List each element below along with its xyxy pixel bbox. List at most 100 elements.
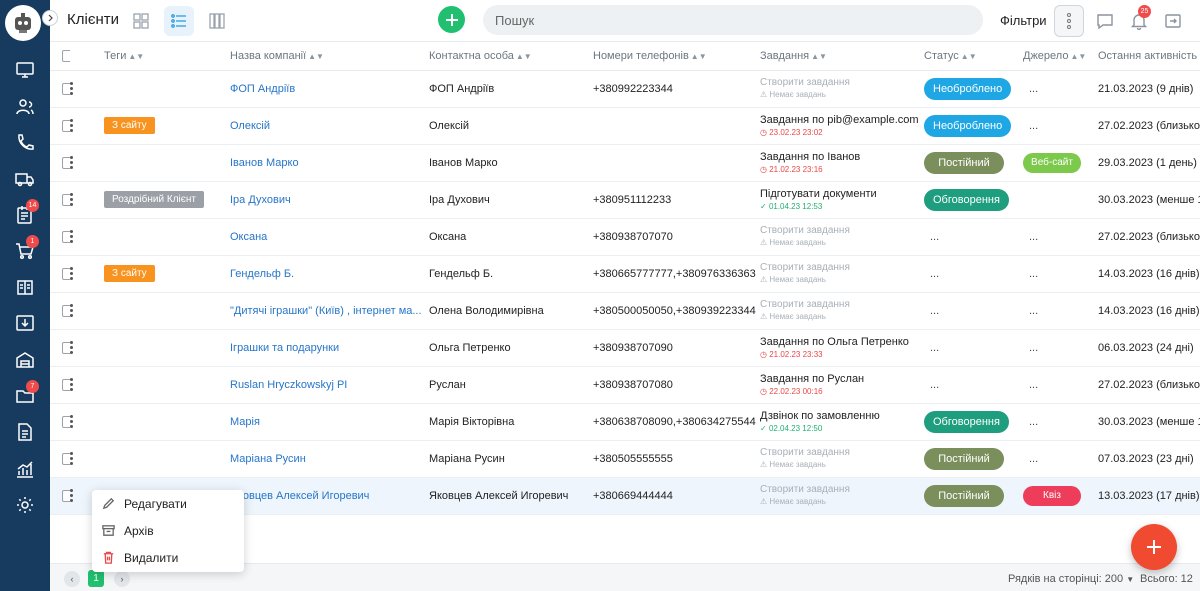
company-link[interactable]: Яковцев Алексей Игоревич xyxy=(230,490,369,502)
prev-page-button[interactable]: ‹ xyxy=(64,571,80,587)
sidebar-item-cart[interactable]: 1 xyxy=(12,235,39,264)
table-row[interactable]: Роздрібний Клієнт Іра Духович Іра Духович +… xyxy=(50,181,1200,219)
company-link[interactable]: Іграшки та подарунки xyxy=(230,342,339,354)
sidebar-item-warehouse[interactable] xyxy=(12,347,38,373)
current-page[interactable]: 1 xyxy=(88,570,104,587)
source-empty[interactable] xyxy=(1023,194,1029,206)
table-row[interactable]: ФОП Андріїв ФОП Андріїв +380992223344 Створ… xyxy=(50,70,1200,108)
filters-button[interactable] xyxy=(1054,5,1084,37)
table-row[interactable]: Оксана Оксана +380938707070 Створити завдан… xyxy=(50,218,1200,256)
status-empty[interactable]: ... xyxy=(924,342,939,354)
company-link[interactable]: Іра Духович xyxy=(230,194,291,206)
source-badge[interactable]: Веб-сайт xyxy=(1023,152,1081,173)
row-menu-icon[interactable] xyxy=(70,119,73,132)
status-empty[interactable]: ... xyxy=(924,231,939,243)
table-row[interactable]: Маріана Русин Маріана Русин +380505555555 С… xyxy=(50,440,1200,478)
source-empty[interactable]: ... xyxy=(1023,268,1038,280)
row-menu-icon[interactable] xyxy=(70,489,73,502)
status-empty[interactable]: ... xyxy=(924,305,939,317)
company-link[interactable]: Олексій xyxy=(230,120,270,132)
row-checkbox[interactable] xyxy=(62,304,70,317)
source-empty[interactable]: ... xyxy=(1023,342,1038,354)
list-view-button[interactable] xyxy=(164,6,194,36)
row-checkbox[interactable] xyxy=(62,230,70,243)
select-all-checkbox[interactable] xyxy=(62,50,70,63)
row-checkbox[interactable] xyxy=(62,156,70,169)
status-empty[interactable]: ... xyxy=(924,268,939,280)
table-row[interactable]: "Дитячі іграшки" (Київ) , інтернет ма...… xyxy=(50,292,1200,330)
status-badge[interactable]: Постійний xyxy=(924,151,1004,174)
table-row[interactable]: З сайту Олексій Олексій Завдання по pib@exa… xyxy=(50,107,1200,145)
row-checkbox[interactable] xyxy=(62,82,70,95)
grid-view-button[interactable] xyxy=(126,6,156,36)
sidebar-item-notepad[interactable]: 14 xyxy=(12,199,39,228)
column-header-last-activity[interactable]: Остання активність▲▼ xyxy=(1098,43,1200,71)
exit-button[interactable] xyxy=(1163,11,1183,31)
sidebar-item-gear[interactable] xyxy=(12,492,38,518)
row-checkbox[interactable] xyxy=(62,415,70,428)
robot-logo-icon[interactable] xyxy=(5,5,41,41)
chat-button[interactable] xyxy=(1095,11,1115,31)
task-title[interactable]: Підготувати документи xyxy=(760,188,924,201)
company-link[interactable]: Іванов Марко xyxy=(230,157,299,169)
status-badge[interactable]: Обговорення xyxy=(924,410,1009,433)
source-badge[interactable]: Квіз xyxy=(1023,485,1081,506)
task-title[interactable]: Завдання по Іванов xyxy=(760,151,924,164)
create-task-link[interactable]: Створити завдання xyxy=(760,225,924,237)
column-header-tasks[interactable]: Завдання ▲▼ xyxy=(760,43,924,71)
row-menu-icon[interactable] xyxy=(70,341,73,354)
sidebar-collapse-button[interactable] xyxy=(42,10,58,26)
row-menu-icon[interactable] xyxy=(70,267,73,280)
kanban-view-button[interactable] xyxy=(202,6,232,36)
status-badge[interactable]: Необроблено xyxy=(924,114,1012,137)
context-menu-archive[interactable]: Архів xyxy=(92,517,244,544)
notifications-button[interactable]: 25 xyxy=(1129,5,1151,31)
company-link[interactable]: Оксана xyxy=(230,231,267,243)
sidebar-item-chart[interactable] xyxy=(12,456,38,482)
create-task-link[interactable]: Створити завдання xyxy=(760,447,924,459)
task-title[interactable]: Завдання по Ольга Петренко xyxy=(760,336,924,349)
row-checkbox[interactable] xyxy=(62,193,70,206)
sidebar-item-monitor[interactable] xyxy=(12,57,38,83)
task-title[interactable]: Дзвінок по замовленню xyxy=(760,410,924,423)
column-header-source[interactable]: Джерело ▲▼ xyxy=(1023,43,1098,71)
row-checkbox[interactable] xyxy=(62,341,70,354)
column-header-company[interactable]: Назва компанії ▲▼ xyxy=(230,43,429,71)
tag-badge[interactable]: З сайту xyxy=(104,117,155,134)
row-checkbox[interactable] xyxy=(62,452,70,465)
status-badge[interactable]: Необроблено xyxy=(924,77,1012,100)
row-menu-icon[interactable] xyxy=(70,156,73,169)
row-checkbox[interactable] xyxy=(62,267,70,280)
company-link[interactable]: ФОП Андріїв xyxy=(230,83,295,95)
create-task-link[interactable]: Створити завдання xyxy=(760,484,924,496)
row-menu-icon[interactable] xyxy=(70,193,73,206)
row-menu-icon[interactable] xyxy=(70,304,73,317)
context-menu-edit[interactable]: Редагувати xyxy=(92,490,244,517)
sidebar-item-phone[interactable] xyxy=(12,130,38,156)
row-checkbox[interactable] xyxy=(62,119,70,132)
status-empty[interactable]: ... xyxy=(924,379,939,391)
add-client-button[interactable] xyxy=(438,6,465,33)
source-empty[interactable]: ... xyxy=(1023,305,1038,317)
source-empty[interactable]: ... xyxy=(1023,453,1038,465)
company-link[interactable]: Ruslan Hryczkowskyj PI xyxy=(230,379,347,391)
table-row[interactable]: Іванов Марко Іванов Марко Завдання по Іван… xyxy=(50,144,1200,182)
table-row[interactable]: Марія Марія Вікторівна +380638708090,+3806… xyxy=(50,403,1200,441)
source-empty[interactable]: ... xyxy=(1023,416,1038,428)
company-link[interactable]: Гендельф Б. xyxy=(230,268,294,280)
row-checkbox[interactable] xyxy=(62,489,70,502)
table-row[interactable]: Ruslan Hryczkowskyj PI Руслан +38093870708… xyxy=(50,366,1200,404)
row-menu-icon[interactable] xyxy=(70,452,73,465)
row-menu-icon[interactable] xyxy=(70,230,73,243)
next-page-button[interactable]: › xyxy=(114,571,130,587)
rows-per-page-select[interactable]: Рядків на сторінці: 200 ▼ xyxy=(1008,573,1134,585)
column-header-contact[interactable]: Контактна особа ▲▼ xyxy=(429,43,593,71)
row-menu-icon[interactable] xyxy=(70,415,73,428)
task-title[interactable]: Завдання по pib@example.com xyxy=(760,114,924,127)
source-empty[interactable]: ... xyxy=(1023,120,1038,132)
status-badge[interactable]: Постійний xyxy=(924,484,1004,507)
company-link[interactable]: Маріана Русин xyxy=(230,453,306,465)
column-header-status[interactable]: Статус ▲▼ xyxy=(924,43,1023,71)
create-task-link[interactable]: Створити завдання xyxy=(760,262,924,274)
sidebar-item-truck[interactable] xyxy=(12,166,38,192)
